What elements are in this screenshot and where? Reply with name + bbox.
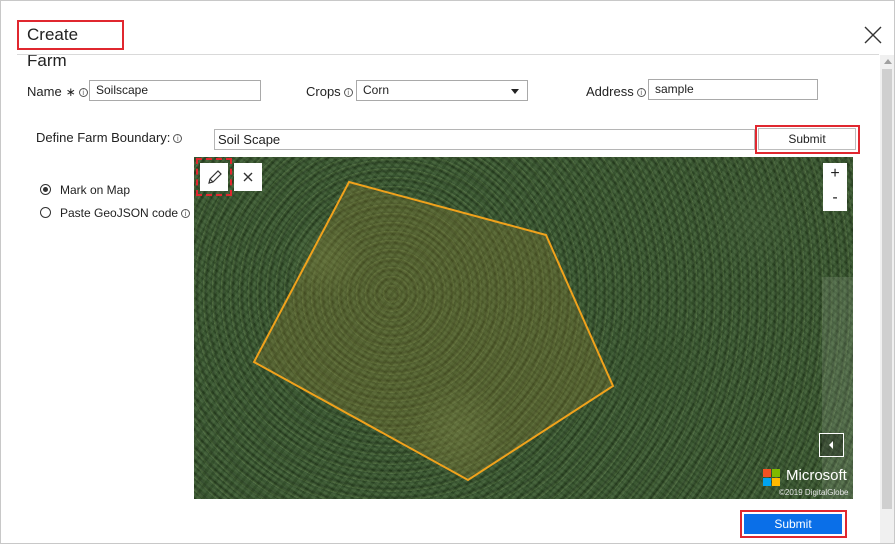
- highlight-box: [196, 158, 232, 196]
- crops-select[interactable]: Corn: [356, 80, 528, 101]
- map-brand: Microsoft: [786, 467, 847, 484]
- create-farm-dialog: Create Farm Name ∗ i Soilscape Crops i Corn…: [0, 0, 895, 544]
- map-copyright: ©2019 DigitalGlobe: [779, 488, 849, 497]
- address-input[interactable]: sample: [648, 79, 818, 100]
- radio-label-paste-geojson[interactable]: Paste GeoJSON code i: [60, 206, 191, 220]
- satellite-map[interactable]: [194, 157, 853, 499]
- zoom-control: + -: [823, 163, 847, 211]
- boundary-submit-button[interactable]: Submit: [758, 128, 856, 150]
- radio-paste-geojson[interactable]: [40, 207, 51, 218]
- close-icon[interactable]: [861, 23, 885, 47]
- dialog-title: Create Farm: [17, 20, 124, 70]
- zoom-out-button[interactable]: -: [823, 187, 847, 211]
- radio-label-mark-on-map[interactable]: Mark on Map: [60, 183, 130, 197]
- collapse-panel-button[interactable]: [819, 433, 844, 457]
- name-input[interactable]: Soilscape: [89, 80, 261, 101]
- scrollbar-thumb[interactable]: [882, 69, 892, 509]
- boundary-label: Define Farm Boundary: i: [36, 130, 183, 145]
- clear-drawing-button[interactable]: [234, 163, 262, 191]
- info-icon[interactable]: i: [636, 88, 646, 97]
- scroll-up-icon[interactable]: [884, 59, 892, 64]
- microsoft-logo-icon: [763, 469, 781, 487]
- crops-selected-value: Corn: [363, 83, 390, 97]
- name-label: Name ∗ i: [27, 84, 88, 99]
- radio-mark-on-map[interactable]: [40, 184, 51, 195]
- info-icon[interactable]: i: [181, 209, 191, 218]
- address-label: Address i: [586, 84, 646, 99]
- submit-button[interactable]: Submit: [744, 514, 842, 534]
- info-icon[interactable]: i: [173, 134, 183, 143]
- close-icon: [243, 172, 253, 182]
- crops-label: Crops i: [306, 84, 353, 99]
- boundary-name-input[interactable]: Soil Scape: [214, 129, 755, 150]
- zoom-in-button[interactable]: +: [823, 163, 847, 187]
- chevron-left-icon: [829, 441, 833, 449]
- chevron-down-icon: [511, 89, 519, 94]
- info-icon[interactable]: i: [343, 88, 353, 97]
- farm-boundary-polygon[interactable]: [252, 180, 615, 482]
- info-icon[interactable]: i: [78, 88, 88, 97]
- header-divider: [17, 54, 879, 55]
- required-mark: ∗: [65, 85, 76, 99]
